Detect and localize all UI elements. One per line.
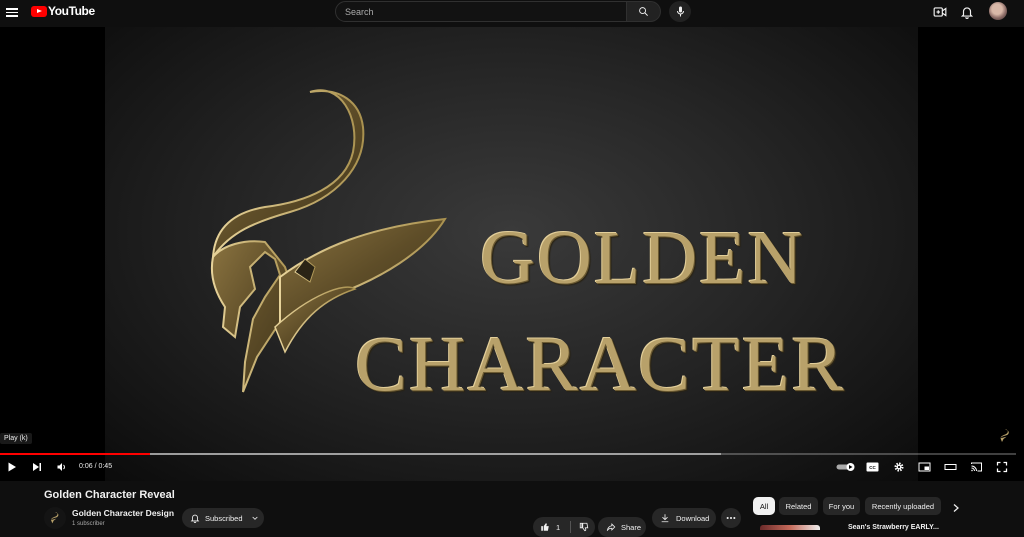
miniplayer-icon [918, 462, 931, 472]
chip-related[interactable]: Related [779, 497, 818, 515]
channel-name[interactable]: Golden Character Design [72, 508, 174, 518]
video-player[interactable]: GOLDEN CHARACTER Play (k) 0:06 / 0:45 CC [0, 27, 1024, 481]
play-icon [8, 462, 16, 472]
more-horizontal-icon [726, 516, 736, 520]
search-placeholder: Search [345, 6, 374, 17]
subscribed-label: Subscribed [205, 513, 243, 523]
autoplay-toggle-icon [836, 463, 855, 471]
share-label: Share [621, 522, 642, 532]
cast-icon [971, 462, 982, 472]
create-video-icon[interactable] [933, 5, 947, 19]
chip-recently-uploaded[interactable]: Recently uploaded [865, 497, 941, 515]
like-dislike-group: 1 [533, 517, 595, 537]
chevron-right-icon [953, 504, 959, 512]
played-bar [0, 453, 151, 455]
youtube-play-logo-icon [31, 5, 47, 17]
cast-button[interactable] [970, 460, 983, 474]
download-label: Download [676, 513, 710, 523]
user-avatar[interactable] [989, 2, 1007, 20]
youtube-logo[interactable]: YouTube [31, 4, 95, 18]
video-frame[interactable]: GOLDEN CHARACTER [105, 27, 918, 481]
volume-button[interactable] [56, 460, 68, 474]
play-tooltip: Play (k) [0, 433, 32, 444]
chip-all[interactable]: All [753, 497, 775, 515]
miniplayer-button[interactable] [918, 460, 931, 474]
play-button[interactable] [6, 460, 18, 474]
theater-mode-icon [944, 464, 957, 470]
theater-mode-button[interactable] [944, 460, 957, 474]
recommended-video-thumbnail[interactable] [760, 525, 820, 530]
logo-text: YouTube [48, 4, 95, 18]
golden-character-channel-icon [51, 512, 59, 524]
svg-text:CC: CC [869, 465, 876, 470]
download-icon [661, 514, 669, 523]
voice-search-button[interactable] [669, 1, 691, 22]
share-icon [606, 523, 616, 531]
search-input[interactable]: Search [335, 1, 627, 22]
video-title: Golden Character Reveal [44, 489, 175, 501]
time-display: 0:06 / 0:45 [79, 463, 113, 470]
hamburger-menu-icon[interactable] [6, 6, 18, 18]
subscribed-button[interactable]: Subscribed [182, 508, 264, 528]
top-bar: YouTube Search [0, 0, 1024, 27]
chevron-down-icon [251, 516, 258, 520]
like-icon[interactable] [540, 522, 550, 532]
microphone-icon [676, 6, 684, 17]
more-actions-button[interactable] [721, 508, 741, 528]
like-count[interactable]: 1 [556, 523, 560, 532]
autoplay-toggle[interactable] [836, 460, 856, 474]
share-button[interactable]: Share [598, 517, 646, 537]
settings-button[interactable] [893, 460, 905, 474]
fullscreen-button[interactable] [996, 460, 1008, 474]
like-divider [570, 521, 572, 533]
search-icon [639, 7, 648, 16]
video-title-text-line1: GOLDEN [480, 216, 805, 300]
bell-icon [190, 514, 200, 523]
captions-icon: CC [866, 462, 879, 472]
dislike-icon[interactable] [579, 522, 589, 532]
notifications-bell-icon[interactable] [960, 5, 974, 19]
next-button[interactable] [31, 460, 43, 474]
fullscreen-icon [996, 461, 1008, 473]
channel-avatar[interactable] [44, 507, 66, 529]
video-title-text-line2: CHARACTER [355, 320, 846, 407]
chip-for-you[interactable]: For you [823, 497, 860, 515]
captions-button[interactable]: CC [866, 460, 879, 474]
volume-icon [57, 463, 65, 471]
channel-watermark-icon[interactable] [996, 427, 1014, 445]
search-button[interactable] [627, 1, 661, 22]
progress-bar[interactable] [0, 453, 1016, 455]
gear-icon [894, 462, 904, 472]
chips-next-button[interactable] [951, 501, 961, 519]
subscriber-count: 1 subscriber [72, 521, 105, 527]
skip-next-icon [33, 463, 41, 471]
download-button[interactable]: Download [652, 508, 716, 528]
